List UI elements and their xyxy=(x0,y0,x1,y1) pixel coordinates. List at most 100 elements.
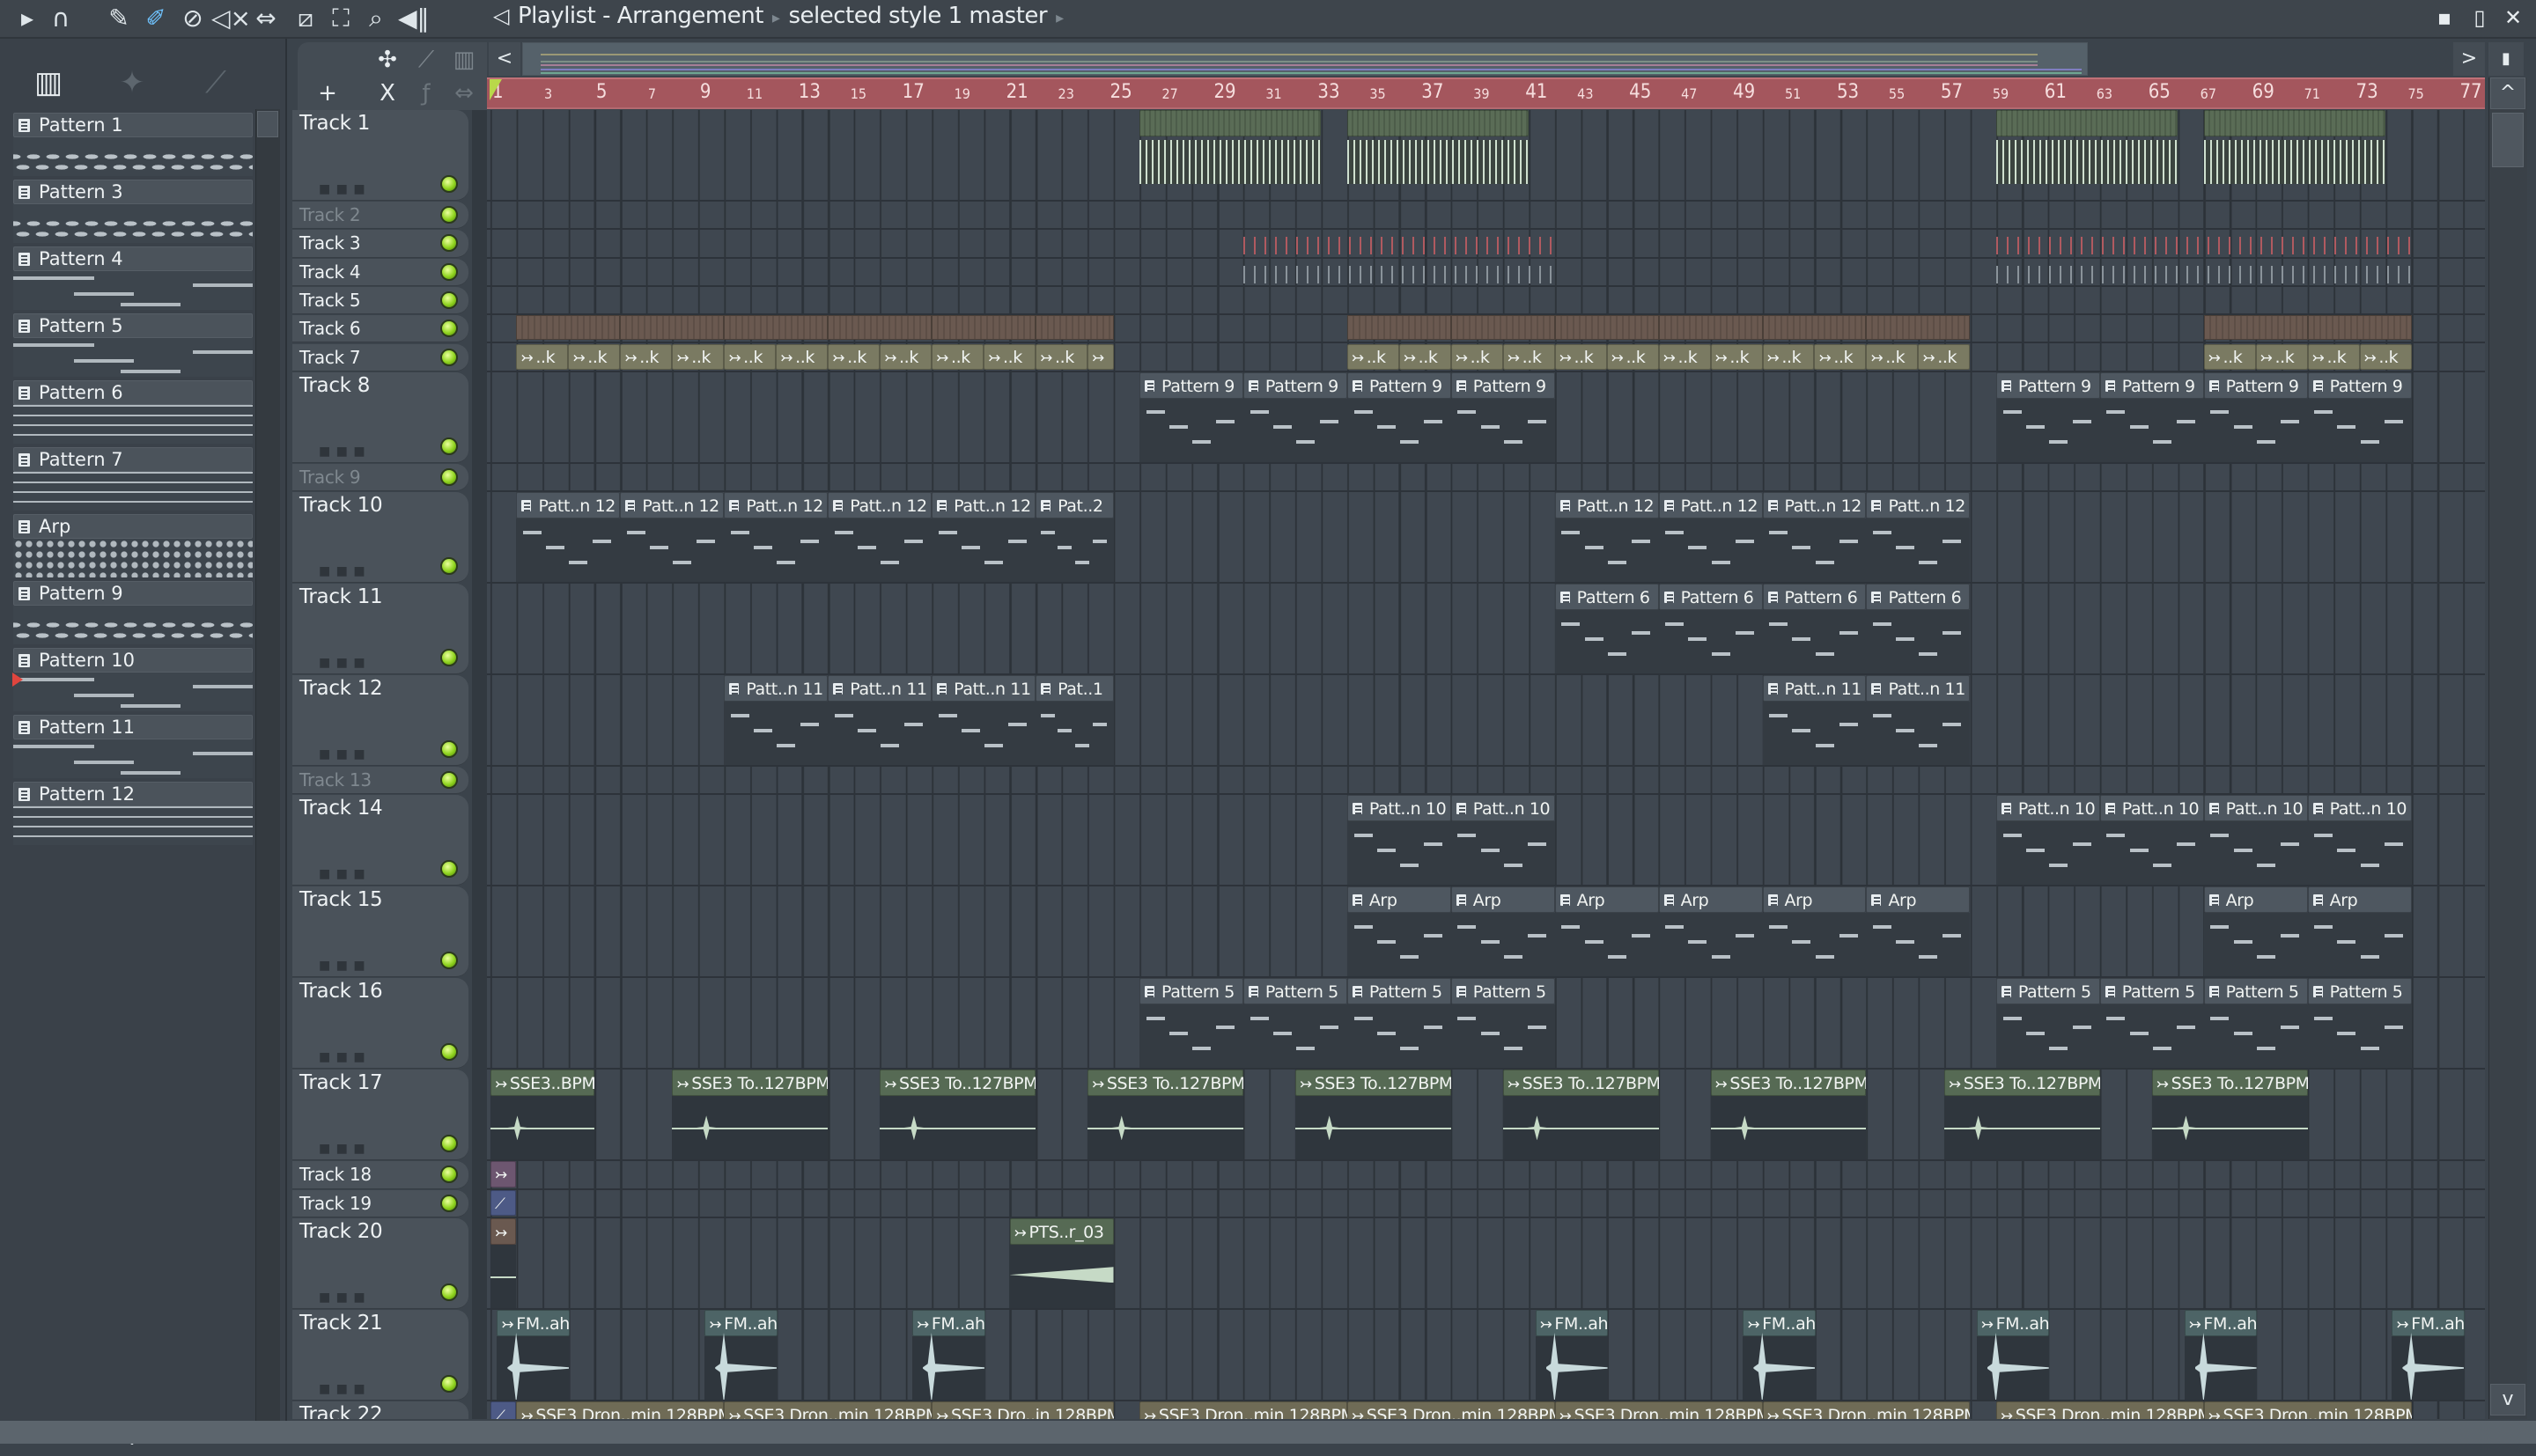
clip-header[interactable]: Patt..n 10 xyxy=(2307,795,2412,822)
clip-header[interactable]: ↣ SSE3 Dron..min 128BPM xyxy=(1554,1401,1763,1419)
olive-clip[interactable]: ↣ ..k xyxy=(1554,343,1607,371)
clip-header[interactable]: ↣ ..k xyxy=(1450,343,1503,370)
track-enable-led-icon[interactable] xyxy=(440,1166,458,1184)
clip-header[interactable]: ↣ SSE3 Dron..min 128BPM xyxy=(1762,1401,1971,1419)
track-header[interactable]: Track 5 xyxy=(292,286,468,315)
pattern-clip[interactable]: Pattern 5 xyxy=(2099,978,2204,1069)
clip-header[interactable]: ↣ ..k xyxy=(1346,343,1399,370)
clip-header[interactable]: Pattern 5 xyxy=(2203,978,2308,1005)
clip-header[interactable] xyxy=(1995,110,2178,136)
track-lane[interactable] xyxy=(487,287,2485,316)
drone-clip[interactable]: ↣ SSE3 Dron..min 128BPM xyxy=(1762,1401,1971,1419)
track-enable-led-icon[interactable] xyxy=(440,175,458,193)
picker-item[interactable]: Arp xyxy=(13,514,253,581)
clip-header[interactable]: ↣ ..k xyxy=(620,343,673,370)
pattern-clip[interactable]: Patt..n 10 xyxy=(2203,795,2308,886)
clip-header[interactable]: ↣ ..k xyxy=(1710,343,1763,370)
fm-clip[interactable]: ↣ FM..ah xyxy=(2184,1310,2258,1400)
track-name[interactable]: Track 11 xyxy=(299,585,383,608)
clip-header[interactable] xyxy=(1346,110,1530,136)
track-lane[interactable]: Arp Arp Arp Arp Arp Arp Arp Arp xyxy=(487,886,2485,979)
curve-icon[interactable]: ƒ xyxy=(405,77,447,109)
track-name[interactable]: Track 19 xyxy=(299,1193,372,1214)
olive-clip[interactable]: ↣ ..k xyxy=(2255,343,2308,371)
slip-icon[interactable]: ⇔ xyxy=(251,4,281,33)
brown-clip[interactable] xyxy=(828,315,933,341)
olive-clip[interactable]: ↣ ..k xyxy=(984,343,1036,371)
olive-clip[interactable]: ↣ ..k xyxy=(1658,343,1711,371)
olive-clip[interactable]: ↣ ..k xyxy=(1710,343,1763,371)
ruler-bar-label[interactable]: 57 xyxy=(1941,81,1963,103)
fm-clip[interactable]: ↣ FM..ah xyxy=(497,1310,570,1400)
clip-header[interactable]: Pattern 9 xyxy=(1346,371,1451,399)
overview-end-button[interactable]: ▮ xyxy=(2488,42,2524,76)
clip-header[interactable]: ↣ ..k xyxy=(1814,343,1867,370)
scroll-right-button[interactable]: > xyxy=(2453,42,2485,76)
track-enable-led-icon[interactable] xyxy=(440,1194,458,1212)
pattern-clip[interactable]: Pattern 5 xyxy=(1139,978,1243,1069)
clip-header[interactable]: Patt..n 10 xyxy=(2099,795,2204,822)
track-header[interactable]: Track 4 xyxy=(292,258,468,286)
sse3-clip[interactable]: ↣ SSE3 To..127BPM xyxy=(1943,1070,2100,1160)
clip-header[interactable]: Patt..n 12 xyxy=(516,492,621,519)
vertical-scrollbar[interactable] xyxy=(2488,77,2527,1419)
sse3-clip[interactable]: ↣ SSE3 To..127BPM xyxy=(1710,1070,1867,1160)
clip-header[interactable]: ↣ SSE3 To..127BPM xyxy=(672,1070,829,1097)
track-options-icon[interactable]: ■ ■ ■ xyxy=(319,182,366,196)
track-enable-led-icon[interactable] xyxy=(440,1283,458,1301)
track-lane[interactable]: ↣ SSE3..BPM ↣ SSE3 To..127BPM ↣ SSE3 To..127B… xyxy=(487,1070,2485,1162)
picker-item[interactable]: Pattern 3 xyxy=(13,180,253,246)
pattern-clip[interactable]: Patt..n 10 xyxy=(1346,795,1451,886)
clip-header[interactable]: Patt..n 11 xyxy=(828,675,933,702)
playhead-marker-icon[interactable] xyxy=(490,79,502,100)
pattern-clip[interactable]: Patt..n 12 xyxy=(724,492,829,583)
olive-clip[interactable]: ↣ ..k xyxy=(776,343,829,371)
clip-header[interactable]: Pattern 9 xyxy=(1450,371,1555,399)
picker-item[interactable]: Pattern 12 xyxy=(13,782,253,849)
track-name[interactable]: Track 4 xyxy=(299,261,361,283)
track-lane[interactable]: ↣ ↣ PTS..r_03 xyxy=(487,1218,2485,1310)
clip-header[interactable]: Patt..n 12 xyxy=(1762,492,1867,519)
ruler-bar-label[interactable]: 55 xyxy=(1889,85,1905,102)
fm-clip[interactable]: ↣ FM..ah xyxy=(1976,1310,2050,1400)
clip-header[interactable]: ↣ ..k xyxy=(1554,343,1607,370)
picker-scroll-thumb[interactable] xyxy=(257,111,278,137)
track-enable-led-icon[interactable] xyxy=(440,348,458,366)
ruler-bar-label[interactable]: 23 xyxy=(1058,85,1074,102)
track-name[interactable]: Track 16 xyxy=(299,980,383,1003)
clip-header[interactable]: ↣ ..k xyxy=(932,343,984,370)
picker-item[interactable]: Pattern 6 xyxy=(13,380,253,447)
clip-header[interactable]: Patt..n 11 xyxy=(1866,675,1971,702)
zoom-icon[interactable]: ⌕ xyxy=(361,4,391,33)
pattern-clip[interactable]: Patt..n 10 xyxy=(2307,795,2412,886)
picker-item[interactable]: Pattern 11 xyxy=(13,715,253,782)
track-lane[interactable] xyxy=(487,315,2485,344)
fm-clip[interactable]: ↣ FM..ah xyxy=(912,1310,985,1400)
brown-clip[interactable] xyxy=(724,315,829,341)
pattern-clip[interactable]: Pat..2 xyxy=(1036,492,1114,583)
sse3-clip[interactable]: ↣ SSE3 To..127BPM xyxy=(880,1070,1036,1160)
track-enable-led-icon[interactable] xyxy=(440,262,458,281)
track-header[interactable]: Track 7 xyxy=(292,343,468,371)
track-header[interactable]: Track 2 xyxy=(292,202,468,230)
track-options-icon[interactable]: ■ ■ ■ xyxy=(319,867,366,881)
olive-clip[interactable]: ↣ ..k xyxy=(2307,343,2360,371)
track-name[interactable]: Track 22 xyxy=(299,1403,383,1419)
resize-icon[interactable]: ⇔ xyxy=(443,77,485,109)
clip-header[interactable]: ↣ ..k xyxy=(828,343,881,370)
track-name[interactable]: Track 13 xyxy=(299,769,372,791)
clip-header[interactable]: ⟋ xyxy=(490,1401,517,1419)
picker-item[interactable]: Pattern 7 xyxy=(13,447,253,514)
automation-icon[interactable]: ⟋ xyxy=(189,65,242,109)
pattern-clip[interactable]: Patt..n 12 xyxy=(1554,492,1659,583)
brown-clip[interactable] xyxy=(516,315,621,341)
arrangement-overview[interactable] xyxy=(522,42,2088,76)
olive-clip[interactable]: ↣ ..k xyxy=(1398,343,1451,371)
track-lane[interactable]: Patt..n 11 Patt..n 11 Patt..n 11 Pat..1 Patt… xyxy=(487,675,2485,768)
clip-header[interactable]: Arp xyxy=(2307,886,2412,914)
clip-header[interactable]: Patt..n 12 xyxy=(1658,492,1763,519)
clip-header[interactable]: Pat..2 xyxy=(1036,492,1114,519)
pattern-clip[interactable]: Pattern 9 xyxy=(2203,371,2308,462)
brown-clip[interactable] xyxy=(1658,315,1763,341)
playlist-grid[interactable]: ↣ ..k ↣ ..k ↣ ..k ↣ ..k ↣ ..k ↣ ..k ↣ ..k ↣ ..k ↣ ..k ↣ ..k… xyxy=(487,110,2485,1419)
